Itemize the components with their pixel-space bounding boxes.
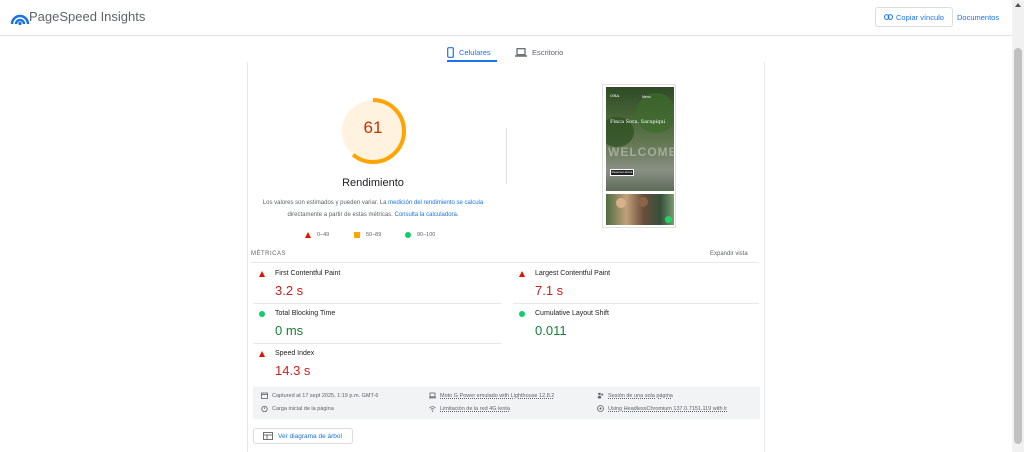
treemap-icon [263,432,273,440]
info-captured-text: Captured at 17 sept 2025, 1:19 p.m. GMT-… [272,392,379,399]
app-title[interactable]: PageSpeed Insights [29,9,145,24]
fail-triangle-icon [259,351,265,357]
circle-icon [405,232,411,238]
copy-link-button[interactable]: Copiar vínculo [875,7,953,27]
divider [506,128,507,184]
thumbnail-button: Reservar ahora [610,169,634,176]
info-device-text: Moto G Power emulado with Lighthouse 12.… [440,392,555,399]
pass-circle-icon [519,311,525,317]
calculator-link[interactable]: Consulta la calculadora. [395,212,459,218]
metrics-top-divider [251,262,759,263]
metric-cls: Cumulative Layout Shift 0.011 [513,304,753,342]
info-initial-load-text: Carga inicial de la página [272,405,334,412]
thumbnail-hero-image: ORA Menu Finca Sora, Sarapiqui WELCOME R… [606,87,674,191]
metric-fcp-name: First Contentful Paint [275,270,341,277]
legend-average-range: 50–89 [366,232,382,238]
metrics-title: MÉTRICAS [251,251,287,257]
browser-globe-icon [597,405,604,412]
metric-cls-value: 0.011 [535,323,567,338]
fail-triangle-icon [259,271,265,277]
tab-desktop[interactable]: Escritorio [515,42,563,62]
fail-triangle-icon [519,271,525,277]
wifi-icon [429,406,436,412]
timer-icon [261,405,268,412]
view-treemap-label: Ver diagrama de árbol [278,432,342,440]
metric-fcp-value: 3.2 s [275,283,304,298]
metric-tbt: Total Blocking Time 0 ms [253,304,493,342]
info-network[interactable]: Limitación de la red 4G lenta [429,405,510,412]
desc-text-1: Los valores son estimados y pueden varia… [262,200,389,206]
legend-average: 50–89 [354,230,381,240]
thumbnail-sign: WELCOME [608,145,674,159]
thumbnail-menu: Menu [642,95,651,99]
metric-lcp-value: 7.1 s [535,283,564,298]
tab-desktop-label: Escritorio [532,47,564,57]
info-initial-load: Carga inicial de la página [261,405,334,412]
laptop-icon [429,392,436,399]
square-icon [354,232,360,238]
copy-link-label: Copiar vínculo [896,12,944,22]
info-session-text: Sesión de una sola página [608,392,673,399]
view-treemap-button[interactable]: Ver diagrama de árbol [253,428,353,444]
phone-icon [447,46,454,58]
info-network-text: Limitación de la red 4G lenta [440,405,511,412]
docs-link[interactable]: Documentos [957,13,999,22]
laptop-icon [515,47,527,57]
metric-cls-name: Cumulative Layout Shift [535,310,609,317]
performance-measure-link[interactable]: medición del rendimiento se calcula [388,200,483,206]
info-session[interactable]: Sesión de una sola página [597,392,673,399]
metric-si-value: 14.3 s [275,363,311,378]
top-header: PageSpeed Insights Copiar vínculo Docume… [0,0,1012,36]
metric-si: Speed Index 14.3 s [253,344,493,382]
info-captured: Captured at 17 sept 2025, 1:19 p.m. GMT-… [261,392,378,399]
whatsapp-icon [665,216,672,223]
people-icon [597,392,604,399]
tab-mobile-label: Celulares [459,47,491,57]
scrollbar[interactable] [1012,0,1024,452]
thumbnail-photo [606,194,674,225]
pass-circle-icon [259,311,265,317]
tab-mobile[interactable]: Celulares [447,42,491,62]
thumbnail-heading: Finca Sora, Sarapiqui [610,119,666,125]
legend-pass-range: 90–100 [417,232,436,238]
info-browser-text: Using HeadlessChromium 137.0.7151.119 wi… [608,405,728,412]
metric-tbt-name: Total Blocking Time [275,310,336,317]
score-description: Los valores son estimados y pueden varia… [257,197,489,221]
metric-lcp: Largest Contentful Paint 7.1 s [513,264,753,302]
legend-fail: 0–49 [305,230,329,240]
metric-lcp-name: Largest Contentful Paint [535,270,611,277]
triangle-icon [305,232,311,238]
performance-score: 61 [363,118,383,137]
legend-pass: 90–100 [405,230,435,240]
calendar-icon [261,392,268,399]
desc-text-2: directamente a partir de estas métricas. [287,212,395,218]
thumbnail-brand: ORA [610,93,620,98]
metric-tbt-value: 0 ms [275,323,304,338]
scroll-up-arrow-icon[interactable] [1015,3,1021,7]
legend-fail-range: 0–49 [317,232,330,238]
info-device[interactable]: Moto G Power emulado with Lighthouse 12.… [429,392,554,399]
link-icon [884,14,893,20]
performance-label: Rendimiento [342,177,404,189]
scrollbar-thumb[interactable] [1014,48,1022,444]
expand-view-link[interactable]: Expandir vista [710,251,748,257]
page-screenshot-thumbnail: ORA Menu Finca Sora, Sarapiqui WELCOME R… [602,84,676,228]
pagespeed-logo-icon[interactable] [10,8,30,26]
metric-fcp: First Contentful Paint 3.2 s [253,264,493,302]
metric-si-name: Speed Index [275,350,315,357]
info-browser[interactable]: Using HeadlessChromium 137.0.7151.119 wi… [597,405,727,412]
